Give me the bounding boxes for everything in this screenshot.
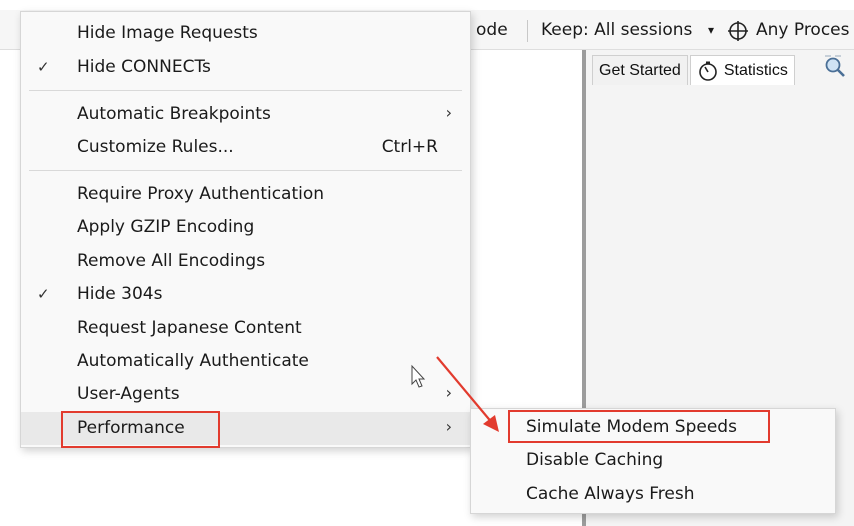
- tab-get-started[interactable]: Get Started: [592, 55, 688, 85]
- session-list-pane: [470, 50, 585, 410]
- menu-item-label: Hide CONNECTs: [77, 57, 211, 77]
- tab-label: Get Started: [599, 62, 681, 79]
- crosshair-target-icon[interactable]: [728, 21, 748, 41]
- menu-item-automatic-breakpoints[interactable]: Automatic Breakpoints ›: [21, 98, 470, 131]
- submenu-item-cache-always-fresh[interactable]: Cache Always Fresh: [471, 479, 835, 512]
- menu-item-user-agents[interactable]: User-Agents ›: [21, 378, 470, 411]
- menu-item-label: User-Agents: [77, 384, 180, 404]
- stream-mode-button[interactable]: ode: [476, 20, 508, 40]
- inspect-magnifier-icon[interactable]: [822, 54, 848, 80]
- tab-statistics[interactable]: Statistics: [689, 55, 795, 85]
- menu-item-hide-304s[interactable]: ✓ Hide 304s: [21, 278, 470, 311]
- menu-item-apply-gzip-encoding[interactable]: Apply GZIP Encoding: [21, 211, 470, 244]
- menu-item-label: Automatically Authenticate: [77, 351, 309, 371]
- menu-item-customize-rules[interactable]: Customize Rules... Ctrl+R: [21, 131, 470, 164]
- submenu-item-label: Cache Always Fresh: [526, 484, 695, 504]
- menu-item-shortcut: Ctrl+R: [381, 137, 438, 157]
- menu-item-label: Automatic Breakpoints: [77, 104, 271, 124]
- keep-dropdown-arrow-icon: ▾: [708, 23, 715, 37]
- check-icon: ✓: [37, 58, 50, 76]
- chevron-right-icon: ›: [445, 383, 452, 402]
- menu-item-request-japanese-content[interactable]: Request Japanese Content: [21, 312, 470, 345]
- menu-item-label: Require Proxy Authentication: [77, 184, 325, 204]
- inspector-tabs: Get Started Statistics: [592, 55, 795, 85]
- menu-item-label: Hide 304s: [77, 284, 163, 304]
- menu-item-require-proxy-authentication[interactable]: Require Proxy Authentication: [21, 178, 470, 211]
- stopwatch-icon: [699, 61, 717, 81]
- menu-item-label: Remove All Encodings: [77, 251, 266, 271]
- annotation-highlight-performance: [61, 411, 220, 448]
- keep-sessions-dropdown[interactable]: Keep: All sessions: [541, 20, 692, 40]
- check-icon: ✓: [37, 285, 50, 303]
- menu-separator: [29, 90, 462, 91]
- menu-item-remove-all-encodings[interactable]: Remove All Encodings: [21, 245, 470, 278]
- menu-item-label: Customize Rules...: [77, 137, 234, 157]
- menu-item-automatically-authenticate[interactable]: Automatically Authenticate: [21, 345, 470, 378]
- menu-item-label: Apply GZIP Encoding: [77, 217, 255, 237]
- toolbar-separator: [527, 20, 528, 42]
- annotation-highlight-simulate-modem: [508, 410, 770, 443]
- process-filter-button[interactable]: Any Proces: [756, 20, 850, 40]
- menu-item-hide-connects[interactable]: ✓ Hide CONNECTs: [21, 51, 470, 84]
- tab-label: Statistics: [723, 62, 788, 79]
- menu-item-label: Request Japanese Content: [77, 318, 302, 338]
- chevron-right-icon: ›: [445, 417, 452, 436]
- rules-menu: Hide Image Requests ✓ Hide CONNECTs Auto…: [20, 11, 471, 448]
- menu-item-hide-image-requests[interactable]: Hide Image Requests: [21, 17, 470, 50]
- chevron-right-icon: ›: [445, 103, 452, 122]
- submenu-item-disable-caching[interactable]: Disable Caching: [471, 445, 835, 478]
- submenu-item-label: Disable Caching: [526, 450, 664, 470]
- menu-separator: [29, 170, 462, 171]
- session-list-edge: [0, 58, 20, 526]
- menu-item-label: Hide Image Requests: [77, 23, 258, 43]
